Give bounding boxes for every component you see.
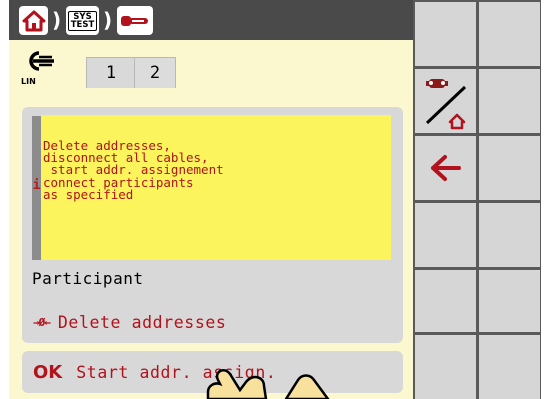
key-icon xyxy=(121,15,148,26)
breadcrumb-separator: ) xyxy=(103,8,113,32)
instruction-text: Delete addresses, disconnect all cables,… xyxy=(43,138,224,202)
terminal-screen: ) SYS TEST ) LIN 1 2 i Delete addresses,… xyxy=(9,0,541,399)
softkey-grid xyxy=(413,0,541,399)
softkey-2-2[interactable] xyxy=(479,69,540,133)
tractor-home-button[interactable] xyxy=(415,69,476,133)
ok-icon: OK xyxy=(33,361,63,383)
softkey-4-1[interactable] xyxy=(415,203,476,267)
tractor-to-home-icon xyxy=(425,79,467,130)
lin-connector-icon xyxy=(29,51,54,71)
sys-test-icon: SYS TEST xyxy=(67,10,98,31)
home-icon xyxy=(22,10,45,31)
softkey-5-1[interactable] xyxy=(415,270,476,332)
softkey-6-1[interactable] xyxy=(415,335,476,399)
breadcrumb-home[interactable] xyxy=(19,6,48,35)
pointing-hand-icon xyxy=(206,369,330,399)
back-button[interactable] xyxy=(415,136,476,200)
lin-bus-indicator: LIN xyxy=(21,50,55,86)
softkey-1-1[interactable] xyxy=(415,2,476,66)
tab-2[interactable]: 2 xyxy=(134,57,176,88)
delete-addresses-button[interactable]: →Ø← Delete addresses xyxy=(22,301,403,343)
softkey-3-2[interactable] xyxy=(479,136,540,200)
delete-addresses-label: Delete addresses xyxy=(57,312,227,332)
breadcrumb-separator: ) xyxy=(52,8,62,32)
back-arrow-icon xyxy=(431,155,461,181)
lin-label: LIN xyxy=(21,77,36,86)
tab-1[interactable]: 1 xyxy=(86,57,136,88)
info-icon: i xyxy=(32,178,41,193)
instruction-message: Delete addresses, disconnect all cables,… xyxy=(41,115,391,260)
main-content: LIN 1 2 i Delete addresses, disconnect a… xyxy=(9,40,413,399)
participant-label: Participant xyxy=(32,269,144,288)
softkey-6-2[interactable] xyxy=(479,335,540,399)
breadcrumb-sys-test[interactable]: SYS TEST xyxy=(66,6,99,35)
delete-address-icon: →Ø← xyxy=(33,315,51,329)
breadcrumb: ) SYS TEST ) xyxy=(9,0,413,40)
breadcrumb-key[interactable] xyxy=(117,6,153,35)
softkey-4-2[interactable] xyxy=(479,203,540,267)
softkey-5-2[interactable] xyxy=(479,270,540,332)
softkey-1-2[interactable] xyxy=(479,2,540,66)
